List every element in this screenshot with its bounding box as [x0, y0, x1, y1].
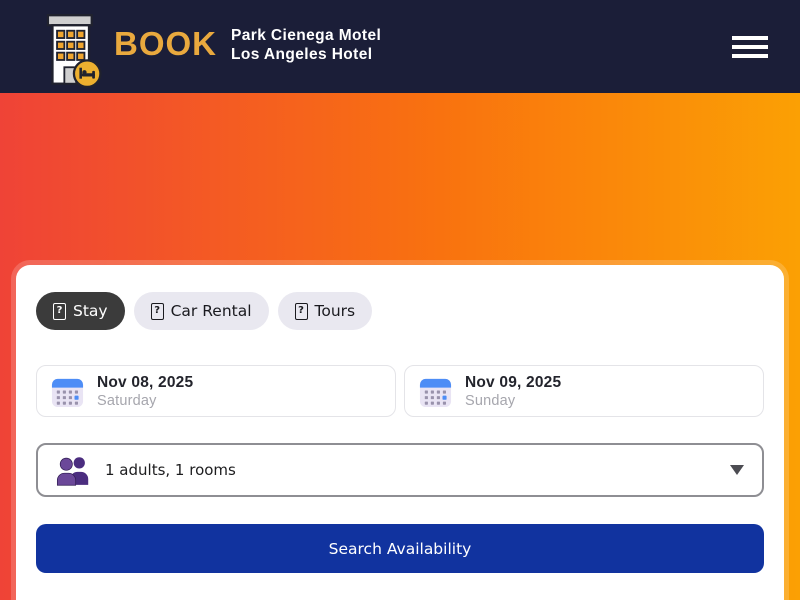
checkin-weekday: Saturday: [97, 392, 193, 410]
tab-car-rental-label: Car Rental: [171, 302, 252, 320]
hamburger-menu-icon[interactable]: [732, 27, 768, 67]
hamburger-bar: [732, 54, 768, 58]
search-availability-label: Search Availability: [329, 540, 472, 558]
hotel-name-line2: Los Angeles Hotel: [231, 45, 381, 64]
guests-summary: 1 adults, 1 rooms: [105, 461, 236, 479]
app-header: BOOK Park Cienega Motel Los Angeles Hote…: [0, 0, 800, 93]
brand-wordmark: BOOK: [114, 25, 217, 63]
tab-tours-label: Tours: [315, 302, 356, 320]
checkout-date-text: Nov 09, 2025 Sunday: [465, 373, 561, 410]
booking-card: ? Stay ? Car Rental ? Tours: [16, 265, 784, 600]
tab-car-rental[interactable]: ? Car Rental: [134, 292, 269, 330]
hamburger-bar: [732, 36, 768, 40]
tab-stay[interactable]: ? Stay: [36, 292, 125, 330]
car-rental-tab-missing-glyph-icon: ?: [151, 303, 164, 320]
checkout-date: Nov 09, 2025: [465, 373, 561, 392]
calendar-icon: [418, 374, 453, 409]
hotel-name-line1: Park Cienega Motel: [231, 26, 381, 45]
calendar-icon: [50, 374, 85, 409]
checkout-weekday: Sunday: [465, 392, 561, 410]
stay-tab-missing-glyph-icon: ?: [53, 303, 66, 320]
tab-tours[interactable]: ? Tours: [278, 292, 373, 330]
date-fields-row: Nov 08, 2025 Saturday Nov 09, 2025 Sunda…: [36, 365, 764, 417]
hotel-name: Park Cienega Motel Los Angeles Hotel: [231, 26, 381, 64]
hotel-building-logo-icon: [26, 6, 110, 92]
hamburger-bar: [732, 45, 768, 49]
checkout-date-field[interactable]: Nov 09, 2025 Sunday: [404, 365, 764, 417]
checkin-date-field[interactable]: Nov 08, 2025 Saturday: [36, 365, 396, 417]
search-availability-button[interactable]: Search Availability: [36, 524, 764, 573]
chevron-down-icon: [730, 465, 744, 475]
checkin-date: Nov 08, 2025: [97, 373, 193, 392]
guests-rooms-selector[interactable]: 1 adults, 1 rooms: [36, 443, 764, 497]
two-people-icon: [56, 455, 90, 486]
booking-tabs: ? Stay ? Car Rental ? Tours: [36, 292, 764, 330]
tab-stay-label: Stay: [73, 302, 108, 320]
tours-tab-missing-glyph-icon: ?: [295, 303, 308, 320]
checkin-date-text: Nov 08, 2025 Saturday: [97, 373, 193, 410]
